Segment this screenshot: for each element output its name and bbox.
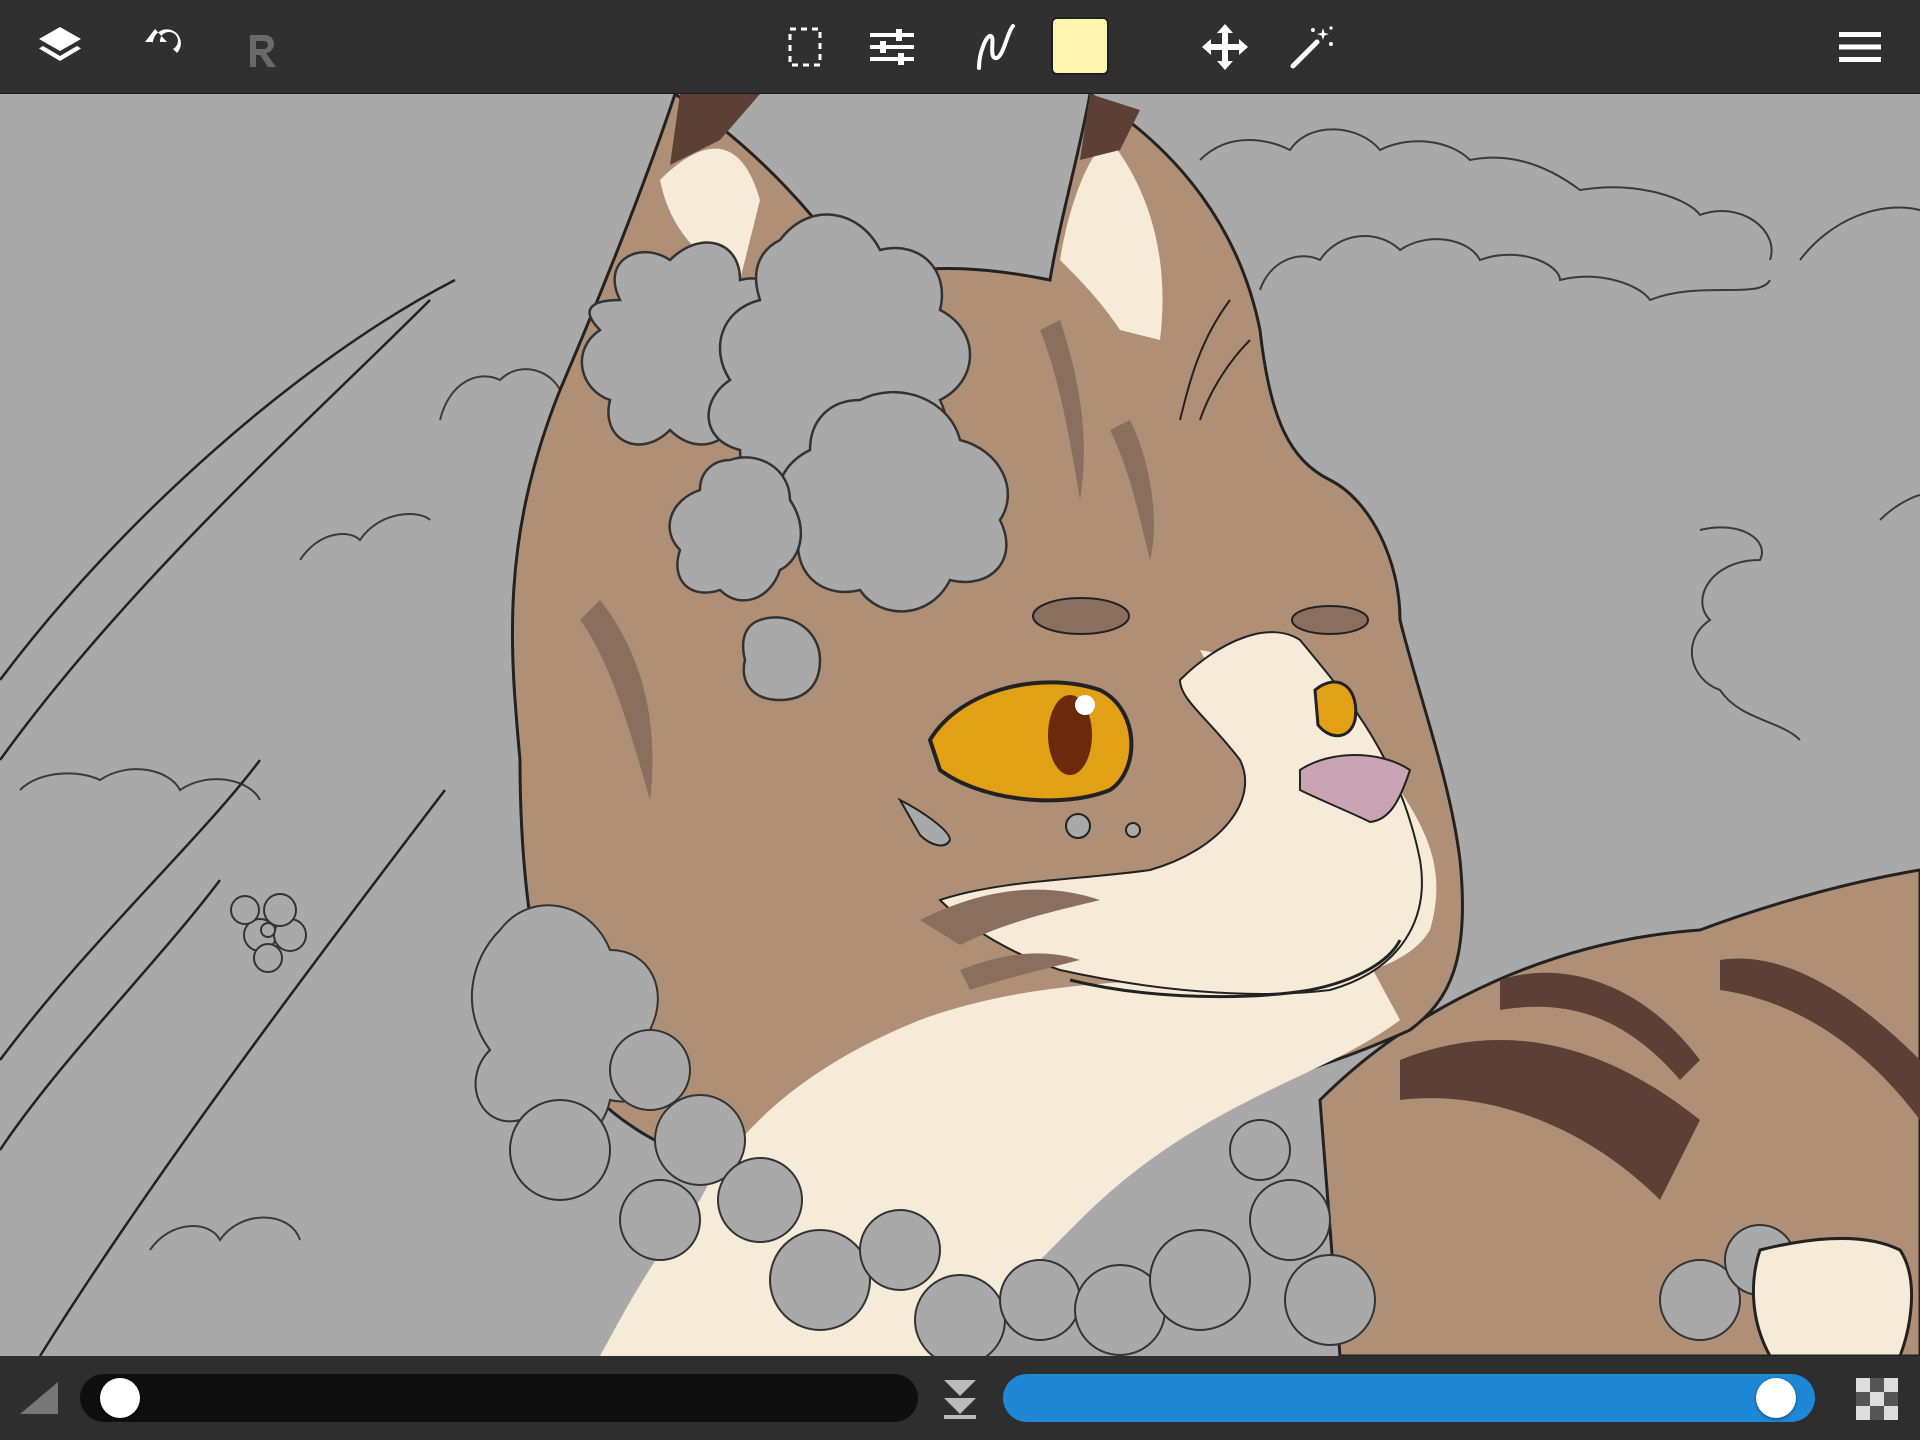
adjustments-button[interactable] (862, 17, 922, 77)
redo-icon (250, 34, 276, 67)
selection-tool[interactable] (776, 17, 836, 77)
hamburger-menu-icon (1839, 32, 1881, 62)
top-toolbar (0, 0, 1920, 94)
menu-button[interactable] (1830, 17, 1890, 77)
marquee-select-icon (788, 27, 822, 67)
undo-button[interactable] (137, 17, 197, 77)
artwork-illustration (0, 94, 1920, 1356)
brush-size-slider-thumb[interactable] (99, 1378, 140, 1418)
magic-wand-icon (1290, 26, 1333, 69)
transparency-checker-icon[interactable] (1856, 1378, 1898, 1420)
layers-icon (39, 27, 81, 61)
brush-tool[interactable] (965, 17, 1025, 77)
undo-icon (145, 29, 181, 67)
flatten-down-icon[interactable] (936, 1376, 984, 1420)
sliders-icon (870, 29, 914, 65)
magic-wand-tool[interactable] (1282, 17, 1342, 77)
opacity-slider[interactable] (1003, 1374, 1815, 1422)
move-arrows-icon (1202, 24, 1248, 70)
brush-size-slider[interactable] (80, 1374, 918, 1422)
color-swatch[interactable] (1051, 17, 1109, 75)
brush-stroke-icon (977, 24, 1015, 70)
redo-button[interactable] (230, 17, 290, 77)
move-tool[interactable] (1195, 17, 1255, 77)
opacity-slider-thumb[interactable] (1755, 1378, 1796, 1418)
brush-size-wedge-icon (18, 1378, 62, 1418)
bottom-bar (0, 1356, 1920, 1440)
layers-button[interactable] (30, 17, 90, 77)
drawing-canvas[interactable] (0, 94, 1920, 1356)
